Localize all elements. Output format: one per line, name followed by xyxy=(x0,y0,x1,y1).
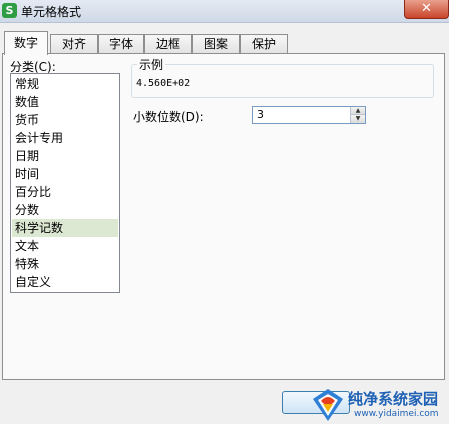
category-list[interactable]: 常规 数值 货币 会计专用 日期 时间 百分比 分数 科学记数 文本 特殊 自定… xyxy=(10,73,120,293)
category-item[interactable]: 时间 xyxy=(12,165,118,183)
category-item[interactable]: 文本 xyxy=(12,237,118,255)
category-item[interactable]: 货币 xyxy=(12,111,118,129)
category-item[interactable]: 分数 xyxy=(12,201,118,219)
tab-number[interactable]: 数字 xyxy=(4,31,48,55)
category-item[interactable]: 自定义 xyxy=(12,273,118,291)
watermark-title: 纯净系统家园 xyxy=(348,390,439,408)
app-icon: S xyxy=(2,3,17,18)
decimal-places-stepper[interactable]: 3 ▲ ▼ xyxy=(252,106,366,124)
watermark: 纯净系统家园 www.yidaimei.com xyxy=(310,387,449,424)
sample-value: 4.560E+02 xyxy=(136,78,191,89)
title-bar: S 单元格格式 ✕ xyxy=(0,0,449,23)
category-item[interactable]: 日期 xyxy=(12,147,118,165)
category-item[interactable]: 常规 xyxy=(12,75,118,93)
tab-border[interactable]: 边框 xyxy=(144,34,192,53)
category-item[interactable]: 会计专用 xyxy=(12,129,118,147)
watermark-logo-icon xyxy=(313,389,343,421)
stepper-up-icon[interactable]: ▲ xyxy=(351,107,365,115)
tab-pattern[interactable]: 图案 xyxy=(192,34,240,53)
category-item[interactable]: 百分比 xyxy=(12,183,118,201)
category-item[interactable]: 数值 xyxy=(12,93,118,111)
tab-protection[interactable]: 保护 xyxy=(240,34,288,53)
window-title: 单元格格式 xyxy=(21,5,82,19)
sample-title: 示例 xyxy=(137,56,166,73)
tab-alignment[interactable]: 对齐 xyxy=(50,34,98,53)
stepper-down-icon[interactable]: ▼ xyxy=(351,115,365,123)
tab-font[interactable]: 字体 xyxy=(98,34,144,53)
close-button[interactable]: ✕ xyxy=(404,0,449,19)
category-item-selected[interactable]: 科学记数 xyxy=(12,219,118,237)
watermark-url: www.yidaimei.com xyxy=(354,409,439,419)
stepper-buttons: ▲ ▼ xyxy=(350,107,365,123)
category-item[interactable]: 特殊 xyxy=(12,255,118,273)
decimal-places-value[interactable]: 3 xyxy=(257,108,264,122)
decimal-places-label: 小数位数(D): xyxy=(133,110,204,124)
